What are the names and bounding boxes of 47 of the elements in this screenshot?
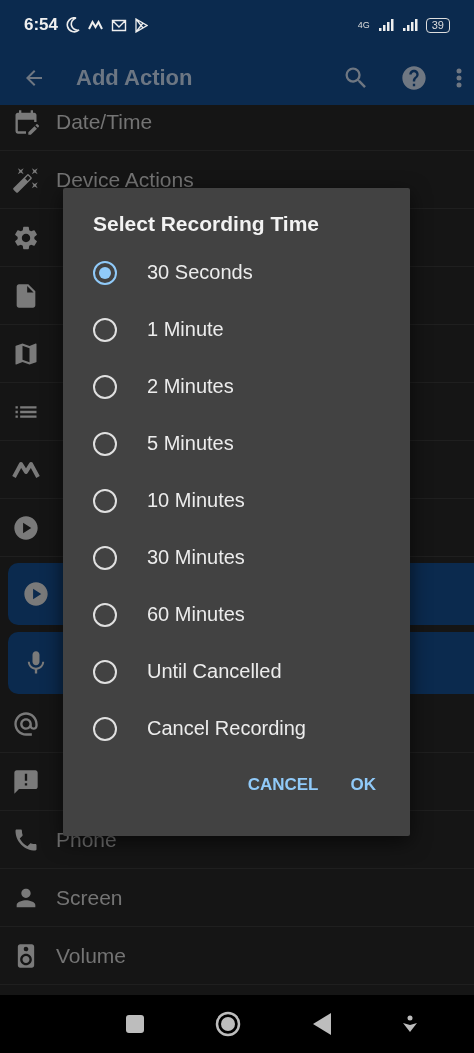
battery-indicator: 39 — [425, 17, 450, 33]
dialog-button[interactable]: OK — [338, 767, 388, 803]
radio-button[interactable] — [93, 317, 117, 342]
more-options-icon[interactable] — [456, 67, 462, 88]
radio-option[interactable]: 5 Minutes — [63, 415, 410, 472]
radio-option[interactable]: 60 Minutes — [63, 586, 410, 643]
category-icon — [12, 513, 40, 542]
category-label[interactable]: Device Actions — [56, 167, 194, 192]
category-icon — [12, 767, 40, 796]
network-label: 4G — [357, 20, 370, 30]
m-logo-icon — [88, 20, 104, 30]
dialog-button[interactable]: CANCEL — [235, 767, 331, 803]
radio-option[interactable]: Cancel Recording — [63, 700, 410, 757]
category-icon — [12, 709, 40, 738]
home-icon[interactable] — [215, 1011, 242, 1037]
status-time: 6:54 — [24, 15, 59, 35]
radio-option[interactable]: 10 Minutes — [63, 472, 410, 529]
radio-button[interactable] — [93, 431, 117, 456]
radio-option[interactable]: 1 Minute — [63, 301, 410, 358]
moon-icon — [66, 17, 81, 33]
back-icon[interactable] — [312, 1013, 331, 1035]
category-icon — [12, 165, 40, 194]
signal-icon — [377, 19, 394, 31]
radio-button[interactable] — [93, 488, 117, 513]
radio-button[interactable] — [93, 659, 117, 684]
m-logo-icon — [12, 460, 40, 479]
dialog-title: Select Recording Time — [93, 212, 321, 236]
category-label[interactable]: Date/Time — [56, 109, 153, 134]
recents-icon[interactable] — [125, 1015, 144, 1033]
radio-button[interactable] — [93, 602, 117, 627]
category-label[interactable]: Screen — [56, 885, 123, 910]
screen-title: Add Action — [76, 64, 194, 91]
radio-option[interactable]: Until Cancelled — [63, 643, 410, 700]
play-store-icon — [135, 17, 149, 33]
accessibility-icon[interactable] — [402, 1015, 419, 1033]
radio-option[interactable]: 30 Seconds — [63, 244, 410, 301]
radio-button[interactable] — [93, 545, 117, 570]
radio-button[interactable] — [93, 260, 117, 285]
help-button[interactable] — [400, 63, 428, 92]
radio-option[interactable]: 30 Minutes — [63, 529, 410, 586]
mail-icon — [111, 18, 128, 32]
category-label[interactable]: Volume — [56, 943, 127, 968]
radio-option[interactable]: 2 Minutes — [63, 358, 410, 415]
category-icon — [22, 580, 50, 608]
radio-button[interactable] — [93, 374, 117, 399]
signal-icon — [401, 19, 418, 31]
radio-button[interactable] — [93, 716, 117, 741]
